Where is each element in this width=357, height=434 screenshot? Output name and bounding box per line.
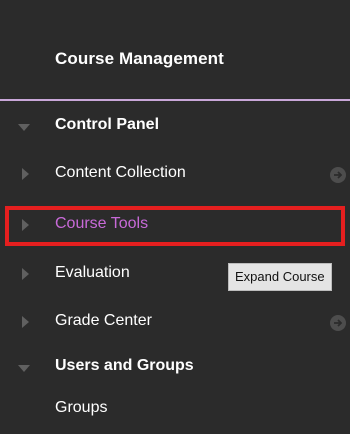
go-arrow-icon[interactable] (330, 167, 346, 183)
panel-heading: Course Management (55, 49, 224, 68)
menu-item-label: Evaluation (55, 264, 130, 281)
menu-item-label: Content Collection (55, 164, 186, 181)
expand-triangle-icon[interactable] (22, 168, 29, 180)
menu-item-label: Groups (55, 399, 108, 416)
expand-triangle-icon[interactable] (22, 268, 29, 280)
tooltip: Expand Course (228, 263, 332, 291)
collapse-triangle-icon[interactable] (18, 124, 30, 131)
menu-item-control-panel[interactable]: Control Panel (0, 107, 350, 147)
menu-item-label: Users and Groups (55, 357, 194, 374)
heading-divider (0, 99, 350, 101)
highlight-box (5, 206, 345, 246)
menu-item-users-and-groups[interactable]: Users and Groups (0, 348, 350, 388)
menu-item-course-tools[interactable]: Course Tools (0, 206, 350, 246)
menu-item-groups[interactable]: Groups (0, 390, 350, 430)
menu-item-label: Control Panel (55, 116, 160, 133)
go-arrow-icon[interactable] (330, 315, 346, 331)
expand-triangle-icon[interactable] (22, 316, 29, 328)
course-management-panel: Course Management Control Panel Content … (0, 0, 350, 434)
collapse-triangle-icon[interactable] (18, 365, 30, 372)
menu-item-grade-center[interactable]: Grade Center (0, 303, 350, 343)
page-edge (350, 0, 357, 434)
menu-item-label: Grade Center (55, 312, 152, 329)
menu-item-content-collection[interactable]: Content Collection (0, 155, 350, 195)
